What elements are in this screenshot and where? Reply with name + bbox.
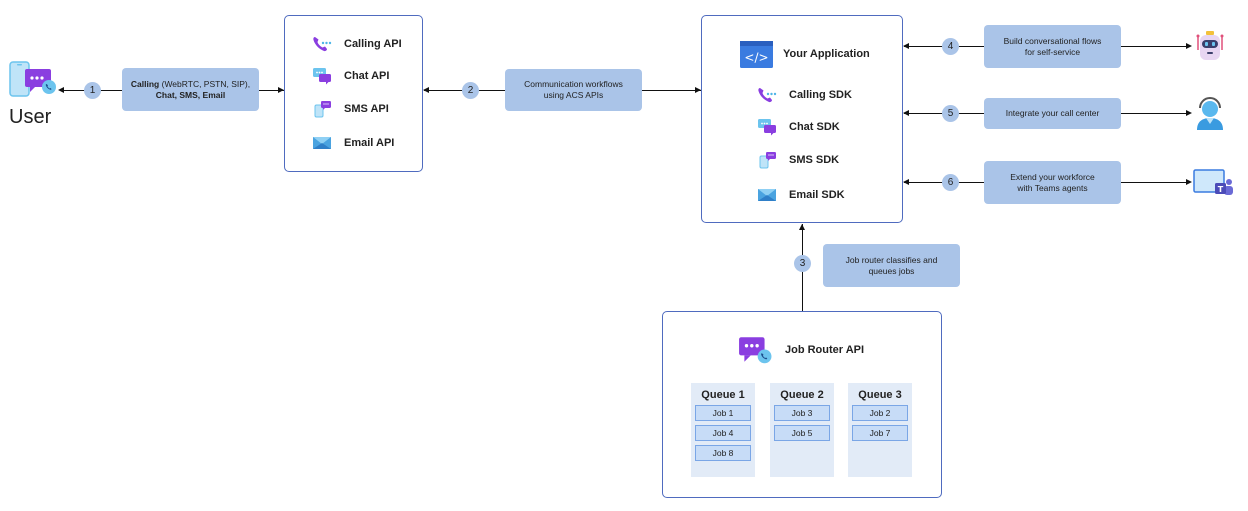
api-item-label: Chat API	[344, 70, 390, 82]
queue-1: Queue 1 Job 1 Job 4 Job 8	[691, 383, 755, 477]
arrow-head-right-6	[1186, 179, 1192, 185]
svg-text:T: T	[1218, 185, 1224, 194]
step-4-label: Build conversational flows for self-serv…	[984, 25, 1121, 68]
sdk-item-sms: SMS SDK	[757, 151, 839, 169]
arrow-head-left-2	[423, 87, 429, 93]
step-5-label: Integrate your call center	[984, 98, 1121, 129]
application-title: Your Application	[783, 48, 870, 60]
step-1-label-rest: (WebRTC, PSTN, SIP),	[159, 78, 251, 89]
user-icon	[8, 60, 58, 98]
arrow-head-right-5	[1186, 110, 1192, 116]
agent-icon	[1195, 95, 1225, 131]
chat-icon	[757, 118, 777, 136]
api-item-calling: Calling API	[312, 35, 402, 53]
api-item-label: SMS API	[344, 103, 389, 115]
arrow-head-right-4	[1186, 43, 1192, 49]
sdk-item-label: SMS SDK	[789, 154, 840, 166]
api-box: Calling API Chat API SMS API Email API	[284, 15, 423, 172]
api-item-label: Calling API	[344, 38, 402, 50]
queue-title: Queue 2	[780, 389, 824, 401]
step-1-label: Calling (WebRTC, PSTN, SIP), Chat, SMS, …	[122, 68, 259, 111]
job-item: Job 5	[774, 425, 830, 441]
step-2-label: Communication workflows using ACS APIs	[505, 69, 642, 111]
sdk-item-label: Calling SDK	[789, 89, 852, 101]
api-item-email: Email API	[312, 134, 394, 152]
step-1-badge: 1	[84, 82, 101, 99]
sdk-item-calling: Calling SDK	[757, 86, 852, 104]
sms-icon	[757, 151, 777, 169]
email-icon	[312, 134, 332, 152]
job-item: Job 3	[774, 405, 830, 421]
sms-icon	[312, 100, 332, 118]
sdk-item-chat: Chat SDK	[757, 118, 840, 136]
api-item-sms: SMS API	[312, 100, 389, 118]
sdk-item-label: Chat SDK	[789, 121, 840, 133]
job-item: Job 4	[695, 425, 751, 441]
arrow-head-left-1	[58, 87, 64, 93]
queue-3: Queue 3 Job 2 Job 7	[848, 383, 912, 477]
step-3-badge: 3	[794, 255, 811, 272]
chat-phone-icon	[738, 335, 772, 365]
calling-icon	[312, 35, 332, 53]
queue-title: Queue 3	[858, 389, 902, 401]
code-window-icon: </>	[740, 41, 773, 68]
queue-2: Queue 2 Job 3 Job 5	[770, 383, 834, 477]
sdk-item-email: Email SDK	[757, 186, 845, 204]
user-label: User	[9, 106, 52, 128]
step-4-badge: 4	[942, 38, 959, 55]
step-1-label-bold: Calling	[130, 78, 160, 89]
step-6-badge: 6	[942, 174, 959, 191]
bot-icon	[1195, 30, 1225, 62]
job-item: Job 8	[695, 445, 751, 461]
api-item-chat: Chat API	[312, 67, 389, 85]
step-5-badge: 5	[942, 105, 959, 122]
arrow-head-left-5	[903, 110, 909, 116]
step-2-badge: 2	[462, 82, 479, 99]
step-1-label-line2: Chat, SMS, Email	[155, 89, 226, 100]
job-item: Job 7	[852, 425, 908, 441]
job-router-box: Job Router API Queue 1 Job 1 Job 4 Job 8…	[662, 311, 942, 498]
teams-icon: T	[1193, 169, 1235, 197]
arrow-head-left-6	[903, 179, 909, 185]
step-6-label: Extend your workforce with Teams agents	[984, 161, 1121, 204]
arrow-head-left-4	[903, 43, 909, 49]
sdk-item-label: Email SDK	[789, 189, 845, 201]
arrow-head-up-3	[799, 224, 805, 230]
svg-text:</>: </>	[744, 51, 768, 65]
email-icon	[757, 186, 777, 204]
job-item: Job 2	[852, 405, 908, 421]
application-box: </> Your Application Calling SDK Chat SD…	[701, 15, 903, 223]
calling-icon	[757, 86, 777, 104]
chat-icon	[312, 67, 332, 85]
queue-title: Queue 1	[701, 389, 745, 401]
job-router-title: Job Router API	[785, 344, 865, 356]
step-3-label: Job router classifies and queues jobs	[823, 244, 960, 287]
api-item-label: Email API	[344, 137, 395, 149]
job-item: Job 1	[695, 405, 751, 421]
